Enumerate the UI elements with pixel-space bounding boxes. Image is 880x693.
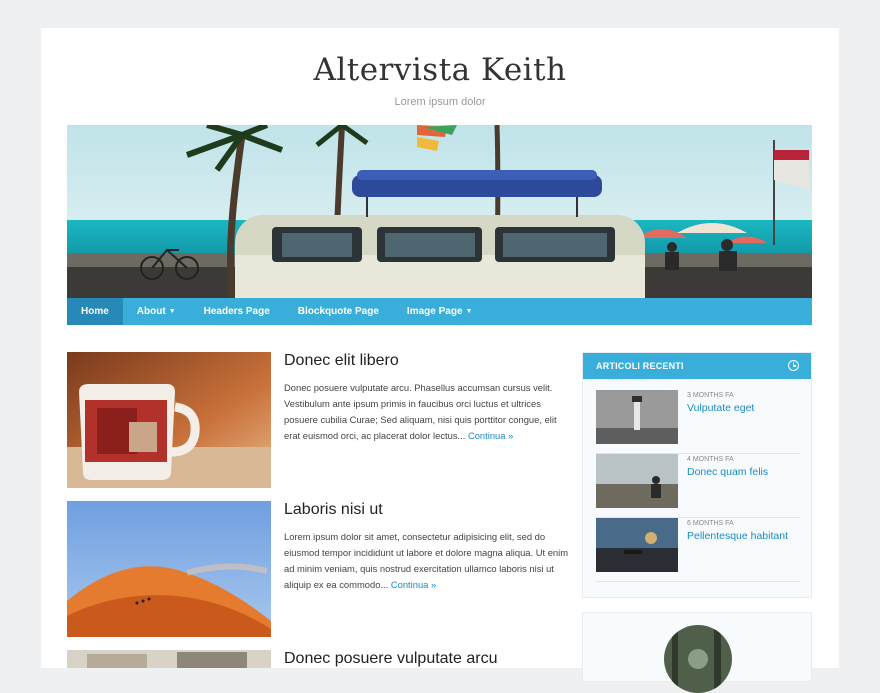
site-description: Lorem ipsum dolor	[394, 96, 486, 108]
clock-icon	[788, 360, 799, 371]
read-more-link[interactable]: Continua »	[468, 430, 513, 441]
page-container: Altervista Keith Lorem ipsum dolor Home …	[41, 28, 839, 693]
nav-item-image-page[interactable]: Image Page ▼	[393, 298, 487, 325]
divider	[596, 581, 800, 582]
site-title[interactable]: Altervista Keith	[41, 52, 839, 88]
nav-item-label: Image Page	[406, 306, 463, 317]
widget-header: ARTICOLI RECENTI	[583, 353, 811, 379]
post-item: Donec posuere vulputate arcu	[67, 650, 567, 668]
post-thumbnail[interactable]	[67, 650, 271, 668]
main-navigation: Home About ▼ Headers Page Blockquote Pag…	[67, 298, 812, 325]
recent-post-item[interactable]: 6 MONTHS FA Pellentesque habitant	[596, 518, 800, 582]
chevron-down-icon: ▼	[168, 308, 176, 315]
widget-body: 3 MONTHS FA Vulputate eget 4 MONTHS FA D…	[583, 379, 811, 597]
read-more-link[interactable]: Continua »	[391, 579, 436, 590]
nav-item-label: About	[136, 306, 166, 317]
post-thumbnail-mug[interactable]	[67, 352, 271, 488]
post-excerpt-text: Donec posuere vulputate arcu. Phasellus …	[284, 382, 557, 441]
nav-item-about[interactable]: About ▼	[123, 298, 190, 325]
recent-posts-widget: ARTICOLI RECENTI 3 MONTHS FA Vulputate e…	[582, 352, 812, 598]
nav-item-label: Headers Page	[203, 306, 270, 317]
recent-post-thumbnail[interactable]	[596, 518, 678, 572]
recent-post-title[interactable]: Vulputate eget	[687, 402, 754, 414]
recent-post-thumbnail[interactable]	[596, 454, 678, 508]
post-title[interactable]: Donec elit libero	[284, 352, 574, 370]
recent-post-item[interactable]: 3 MONTHS FA Vulputate eget	[596, 390, 800, 454]
recent-post-thumbnail[interactable]	[596, 390, 678, 444]
avatar	[664, 625, 732, 693]
post-excerpt: Lorem ipsum dolor sit amet, consectetur …	[284, 529, 569, 593]
recent-post-date: 3 MONTHS FA	[687, 392, 734, 399]
post-item: Laboris nisi ut Lorem ipsum dolor sit am…	[67, 501, 569, 641]
post-thumbnail-desert[interactable]	[67, 501, 271, 637]
header-image	[67, 125, 812, 298]
author-widget	[582, 612, 812, 693]
post-title[interactable]: Laboris nisi ut	[284, 501, 574, 519]
post-item: Donec elit libero Donec posuere vulputat…	[67, 352, 567, 492]
nav-item-home[interactable]: Home	[67, 298, 123, 325]
nav-item-label: Home	[81, 306, 109, 317]
post-title[interactable]: Donec posuere vulputate arcu	[284, 650, 574, 668]
widget-title: ARTICOLI RECENTI	[596, 361, 684, 371]
nav-item-label: Blockquote Page	[297, 306, 379, 317]
chevron-down-icon: ▼	[465, 308, 473, 315]
recent-post-item[interactable]: 4 MONTHS FA Donec quam felis	[596, 454, 800, 518]
recent-post-date: 6 MONTHS FA	[687, 520, 734, 527]
nav-item-headers-page[interactable]: Headers Page	[190, 298, 284, 325]
recent-post-date: 4 MONTHS FA	[687, 456, 734, 463]
post-excerpt: Donec posuere vulputate arcu. Phasellus …	[284, 380, 569, 444]
recent-post-title[interactable]: Pellentesque habitant	[687, 530, 788, 542]
nav-item-blockquote-page[interactable]: Blockquote Page	[284, 298, 393, 325]
recent-post-title[interactable]: Donec quam felis	[687, 466, 768, 478]
